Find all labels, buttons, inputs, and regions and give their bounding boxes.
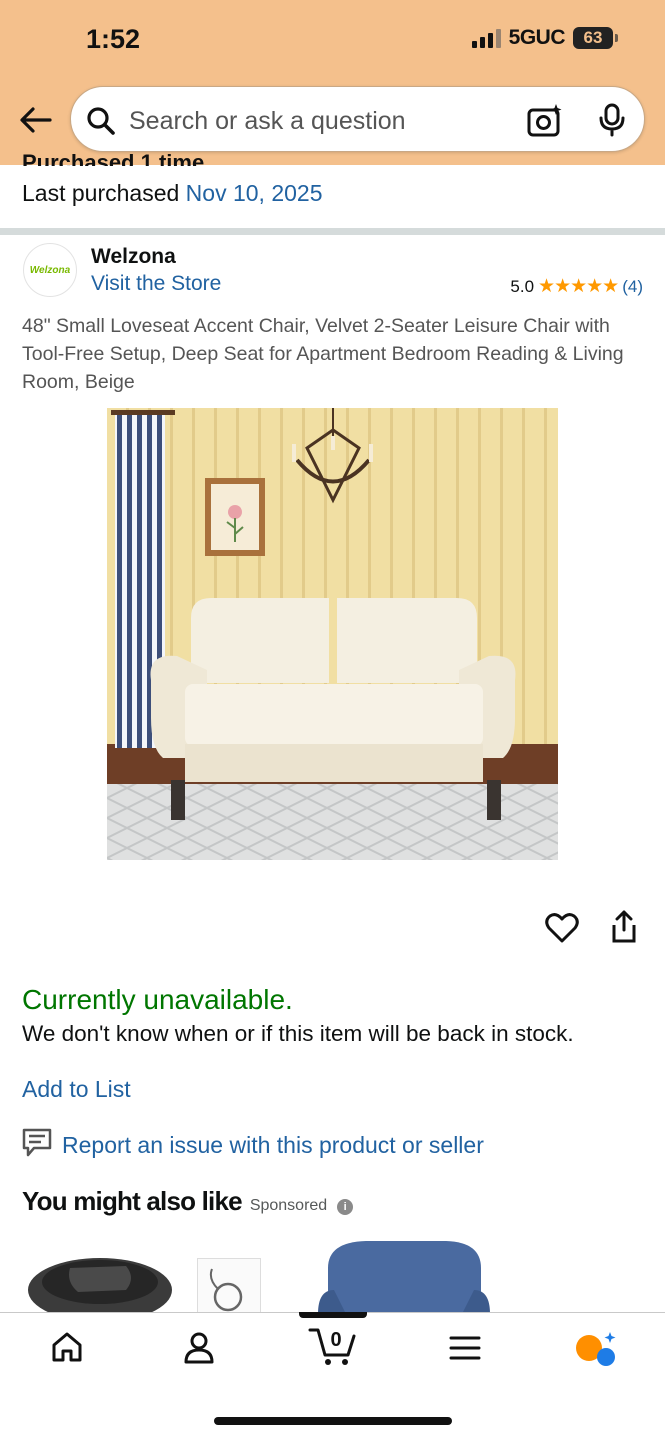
availability-status: Currently unavailable. bbox=[22, 984, 293, 1015]
last-purchased-text: Last purchased Nov 10, 2025 bbox=[22, 180, 323, 207]
camera-lens-icon[interactable] bbox=[527, 103, 563, 142]
nav-account-icon[interactable] bbox=[182, 1330, 216, 1369]
recommended-item-cable[interactable] bbox=[197, 1258, 261, 1314]
sponsored-label: Sponsored bbox=[249, 1197, 328, 1214]
recommendations-header: You might also like Sponsored i bbox=[22, 1186, 354, 1217]
status-indicators: 5GUC 63 bbox=[471, 26, 618, 50]
last-purchased-date[interactable]: Nov 10, 2025 bbox=[186, 180, 323, 206]
brand-logo-text: Welzona bbox=[29, 264, 71, 276]
product-rating[interactable]: 5.0 ★★★★★ (4) bbox=[510, 275, 643, 298]
search-icon bbox=[85, 105, 117, 142]
purchased-count-text: Purchased 1 time bbox=[22, 150, 205, 166]
cart-count: 0 bbox=[330, 1329, 341, 1351]
cell-signal-icon bbox=[471, 28, 501, 48]
add-to-list-link[interactable]: Add to List bbox=[22, 1076, 131, 1103]
info-icon[interactable]: i bbox=[337, 1199, 354, 1215]
home-indicator bbox=[214, 1417, 452, 1425]
recommendations-title: You might also like bbox=[22, 1186, 243, 1216]
section-divider bbox=[0, 228, 665, 235]
rating-value: 5.0 bbox=[510, 276, 535, 296]
report-issue-link[interactable]: Report an issue with this product or sel… bbox=[22, 1128, 484, 1163]
status-time: 1:52 bbox=[86, 24, 141, 54]
nav-home-icon[interactable] bbox=[50, 1330, 84, 1369]
nav-cart-icon[interactable]: 0 bbox=[308, 1324, 358, 1373]
share-icon[interactable] bbox=[608, 910, 640, 949]
brand-name: Welzona bbox=[91, 245, 176, 268]
network-type: 5GUC bbox=[508, 26, 566, 49]
report-issue-text[interactable]: Report an issue with this product or sel… bbox=[62, 1132, 484, 1159]
visit-store-link[interactable]: Visit the Store bbox=[91, 272, 221, 296]
rating-count[interactable]: (4) bbox=[622, 277, 643, 297]
app-header: 1:52 5GUC 63 Search or ask a question bbox=[0, 0, 665, 165]
product-title: 48" Small Loveseat Accent Chair, Velvet … bbox=[22, 315, 624, 393]
heart-icon[interactable] bbox=[545, 912, 579, 949]
product-image[interactable] bbox=[107, 408, 558, 860]
star-rating-icon: ★★★★★ bbox=[538, 276, 619, 297]
back-arrow-icon[interactable] bbox=[16, 100, 56, 140]
search-input[interactable]: Search or ask a question bbox=[129, 107, 406, 136]
nav-menu-icon[interactable] bbox=[449, 1334, 481, 1367]
brand-logo[interactable]: Welzona bbox=[23, 243, 77, 297]
stock-note: We don't know when or if this item will … bbox=[22, 1021, 574, 1046]
recommended-item-chair[interactable] bbox=[316, 1238, 492, 1319]
report-flag-icon bbox=[22, 1128, 52, 1163]
microphone-icon[interactable] bbox=[597, 103, 627, 142]
nav-rufus-icon[interactable] bbox=[574, 1330, 618, 1373]
battery-icon: 63 bbox=[573, 27, 618, 49]
active-tab-indicator bbox=[299, 1312, 367, 1318]
search-bar[interactable]: Search or ask a question bbox=[70, 86, 645, 152]
last-purchased-label: Last purchased bbox=[22, 180, 180, 206]
